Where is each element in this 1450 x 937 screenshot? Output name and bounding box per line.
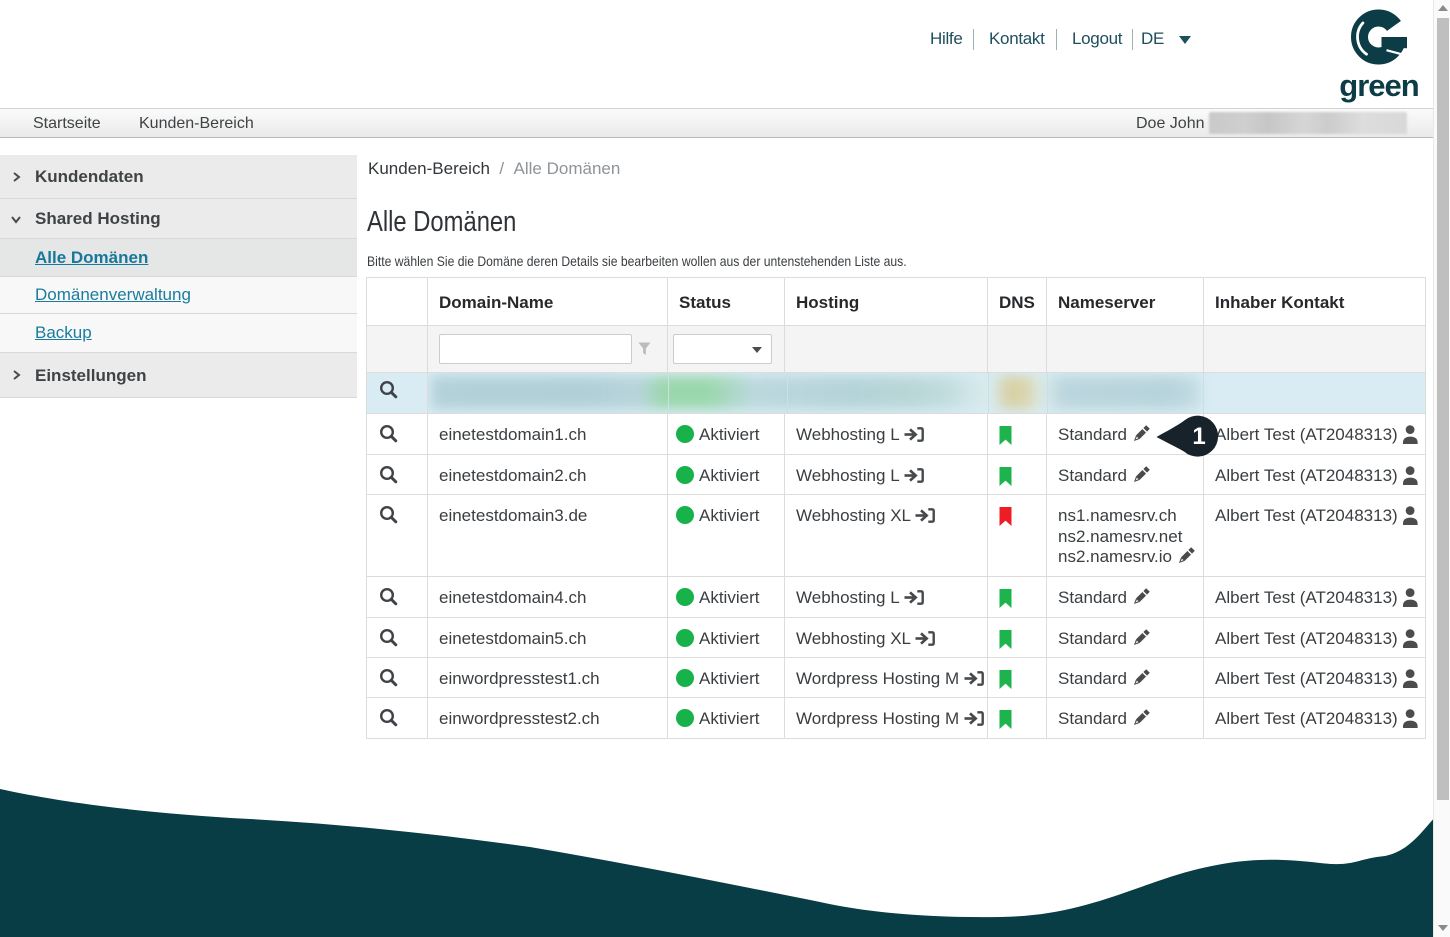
- svg-text:1: 1: [1192, 423, 1205, 450]
